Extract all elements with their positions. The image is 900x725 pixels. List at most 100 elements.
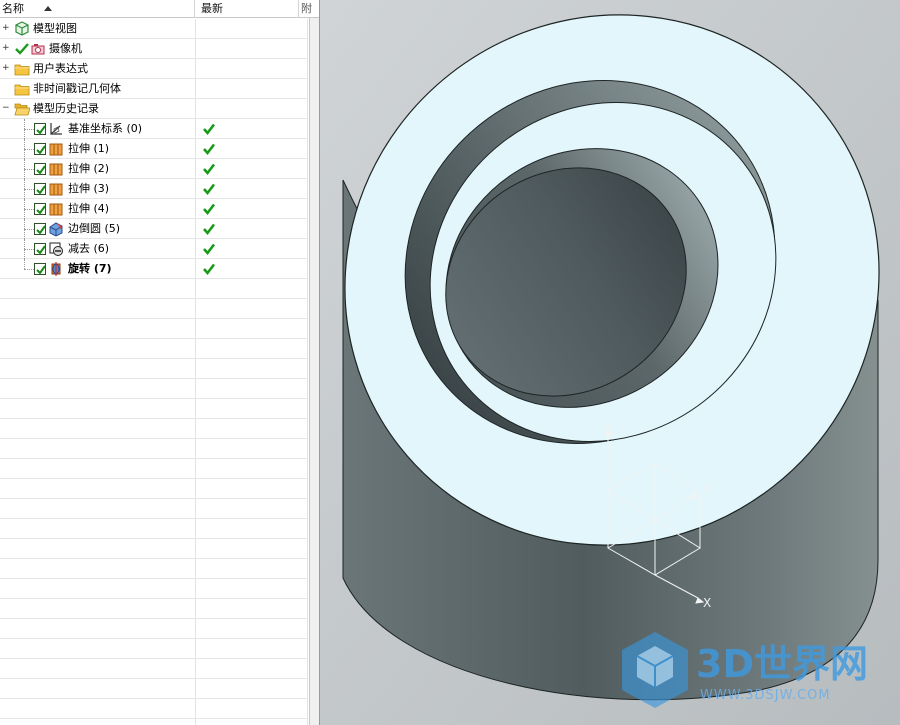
column-divider <box>307 579 308 599</box>
tree-node-user-expressions[interactable]: + 用户表达式 <box>0 59 308 79</box>
tree-connector <box>24 209 34 210</box>
feature-row-extrude-2[interactable]: 拉伸 (2) <box>0 159 308 179</box>
column-divider <box>195 699 196 719</box>
column-divider <box>307 479 308 499</box>
feature-row-revolve[interactable]: 旋转 (7) <box>0 259 308 279</box>
watermark-url: WWW.3DSJW.COM <box>700 688 831 703</box>
column-divider <box>195 619 196 639</box>
tree-node-model-views[interactable]: + 模型视图 <box>0 19 308 39</box>
empty-row <box>0 579 308 599</box>
column-divider <box>307 559 308 579</box>
feature-label: 基准坐标系 (0) <box>68 122 143 135</box>
column-header-latest-label: 最新 <box>201 2 223 15</box>
column-divider <box>195 459 196 479</box>
empty-row <box>0 539 308 559</box>
column-divider <box>307 419 308 439</box>
column-divider <box>195 399 196 419</box>
empty-row <box>0 499 308 519</box>
revolve-icon <box>48 261 64 277</box>
graphics-window[interactable]: Z Y X 3D世界网 WWW.3DSJW.COM <box>320 0 900 725</box>
column-divider <box>307 199 308 219</box>
extrude-icon <box>48 141 64 157</box>
empty-row <box>0 639 308 659</box>
feature-row-extrude-4[interactable]: 拉伸 (4) <box>0 199 308 219</box>
feature-row-extrude-3[interactable]: 拉伸 (3) <box>0 179 308 199</box>
column-divider <box>195 59 196 79</box>
column-divider <box>195 139 196 159</box>
feature-label: 旋转 (7) <box>68 262 112 275</box>
column-divider <box>195 499 196 519</box>
empty-row <box>0 619 308 639</box>
column-divider <box>195 319 196 339</box>
empty-row <box>0 419 308 439</box>
column-divider <box>195 119 196 139</box>
expand-icon[interactable]: + <box>2 44 10 53</box>
up-to-date-check-icon <box>202 222 216 236</box>
column-header-extra[interactable]: 附 <box>299 0 319 18</box>
up-to-date-check-icon <box>202 262 216 276</box>
tree-connector <box>24 229 34 230</box>
column-header-name[interactable]: 名称 <box>0 0 195 18</box>
part-navigator: 名称 最新 附 + 模型视图 + 摄像机 + 用户表达式 非时间戳记几何体 − … <box>0 0 320 725</box>
up-to-date-check-icon <box>202 122 216 136</box>
column-divider <box>307 59 308 79</box>
visibility-checkbox[interactable] <box>34 123 46 135</box>
visibility-checkbox[interactable] <box>34 163 46 175</box>
column-divider <box>307 399 308 419</box>
column-divider <box>307 39 308 59</box>
extrude-icon <box>48 201 64 217</box>
visibility-checkbox[interactable] <box>34 183 46 195</box>
collapse-icon[interactable]: − <box>2 104 10 113</box>
empty-row <box>0 279 308 299</box>
column-divider <box>195 559 196 579</box>
visibility-checkbox[interactable] <box>34 243 46 255</box>
feature-row-datum-csys[interactable]: 基准坐标系 (0) <box>0 119 308 139</box>
up-to-date-check-icon <box>202 162 216 176</box>
tree-node-camera[interactable]: + 摄像机 <box>0 39 308 59</box>
extrude-icon <box>48 161 64 177</box>
tree-node-model-history[interactable]: − 模型历史记录 <box>0 99 308 119</box>
visibility-checkbox[interactable] <box>34 263 46 275</box>
model-view-canvas[interactable]: Z Y X 3D世界网 WWW.3DSJW.COM <box>320 0 900 725</box>
column-divider <box>195 339 196 359</box>
subtract-icon <box>48 241 64 257</box>
column-divider <box>195 599 196 619</box>
column-divider <box>307 179 308 199</box>
empty-row <box>0 719 308 725</box>
column-divider <box>195 39 196 59</box>
feature-label: 拉伸 (2) <box>68 162 110 175</box>
camera-icon <box>30 41 46 57</box>
visibility-checkbox[interactable] <box>34 203 46 215</box>
column-divider <box>195 199 196 219</box>
empty-row <box>0 299 308 319</box>
tree-node-label: 模型历史记录 <box>33 102 99 115</box>
tree-connector <box>24 169 34 170</box>
column-header-latest[interactable]: 最新 <box>195 0 299 18</box>
empty-row <box>0 699 308 719</box>
empty-row <box>0 679 308 699</box>
navigator-resize-strip[interactable] <box>309 18 319 725</box>
column-divider <box>307 599 308 619</box>
column-divider <box>307 299 308 319</box>
feature-label: 减去 (6) <box>68 242 110 255</box>
tree-node-unsequenced-geometry[interactable]: 非时间戳记几何体 <box>0 79 308 99</box>
feature-row-subtract[interactable]: 减去 (6) <box>0 239 308 259</box>
column-divider <box>195 219 196 239</box>
visibility-checkbox[interactable] <box>34 223 46 235</box>
column-divider <box>307 239 308 259</box>
tree-connector <box>24 149 34 150</box>
empty-row <box>0 399 308 419</box>
column-divider <box>195 179 196 199</box>
expand-icon[interactable]: + <box>2 24 10 33</box>
column-divider <box>195 299 196 319</box>
empty-row <box>0 379 308 399</box>
column-divider <box>195 259 196 279</box>
feature-row-edge-blend[interactable]: 边倒圆 (5) <box>0 219 308 239</box>
column-divider <box>307 319 308 339</box>
expand-icon[interactable]: + <box>2 64 10 73</box>
column-header-extra-label: 附 <box>301 2 312 15</box>
visibility-checkbox[interactable] <box>34 143 46 155</box>
column-divider <box>307 79 308 99</box>
column-divider <box>307 279 308 299</box>
feature-row-extrude-1[interactable]: 拉伸 (1) <box>0 139 308 159</box>
